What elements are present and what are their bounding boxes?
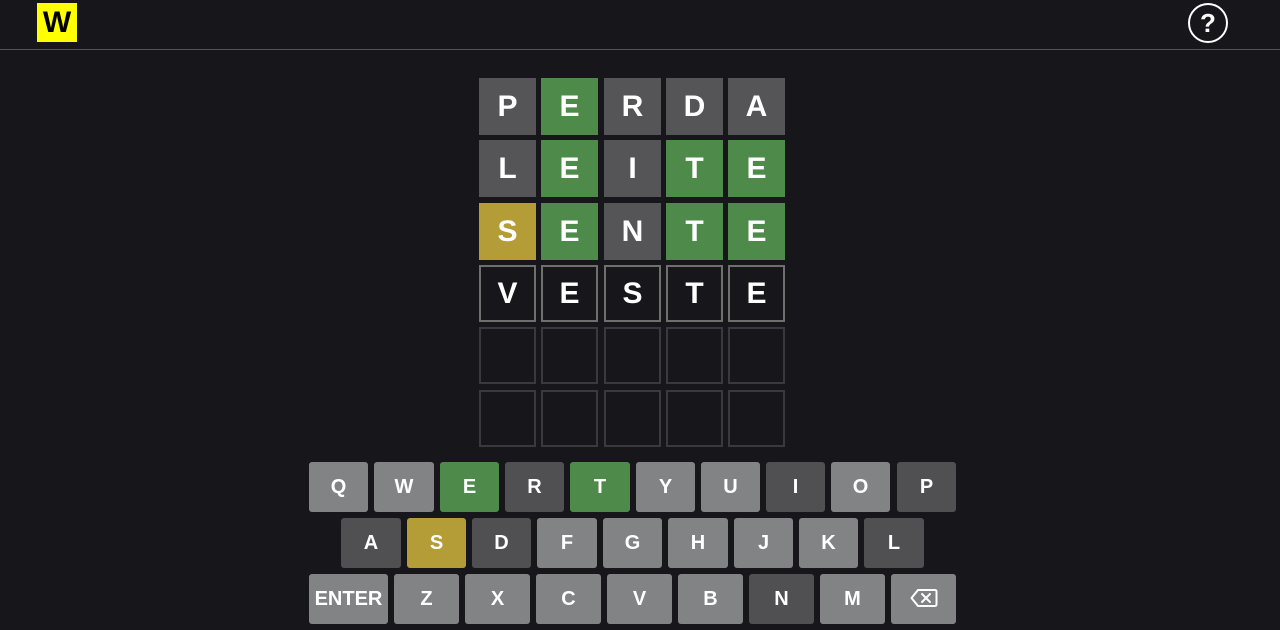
key-q[interactable]: Q	[309, 462, 368, 512]
key-l[interactable]: L	[864, 518, 924, 568]
key-z[interactable]: Z	[394, 574, 459, 624]
logo[interactable]: W	[37, 3, 77, 42]
board-tile: E	[541, 203, 598, 260]
key-t[interactable]: T	[570, 462, 630, 512]
key-r[interactable]: R	[505, 462, 564, 512]
board-tile: T	[666, 203, 723, 260]
board-tile	[604, 390, 661, 447]
enter-key[interactable]: ENTER	[309, 574, 388, 624]
key-u[interactable]: U	[701, 462, 760, 512]
board-tile	[541, 390, 598, 447]
board-tile: A	[728, 78, 785, 135]
key-b[interactable]: B	[678, 574, 743, 624]
backspace-key[interactable]	[891, 574, 956, 624]
board-tile	[666, 327, 723, 384]
key-o[interactable]: O	[831, 462, 890, 512]
board-tile: T	[666, 140, 723, 197]
board-tile	[479, 327, 536, 384]
key-h[interactable]: H	[668, 518, 728, 568]
board-tile	[666, 390, 723, 447]
board-tile: E	[728, 140, 785, 197]
key-c[interactable]: C	[536, 574, 601, 624]
board-tile	[479, 390, 536, 447]
key-d[interactable]: D	[472, 518, 531, 568]
help-button[interactable]: ?	[1188, 3, 1228, 43]
board-tile: D	[666, 78, 723, 135]
key-n[interactable]: N	[749, 574, 814, 624]
board-tile: V	[479, 265, 536, 322]
board-tile: E	[541, 140, 598, 197]
key-a[interactable]: A	[341, 518, 401, 568]
key-f[interactable]: F	[537, 518, 597, 568]
key-g[interactable]: G	[603, 518, 662, 568]
key-m[interactable]: M	[820, 574, 885, 624]
key-e[interactable]: E	[440, 462, 499, 512]
key-p[interactable]: P	[897, 462, 956, 512]
board-tile: E	[541, 78, 598, 135]
board-tile: L	[479, 140, 536, 197]
key-x[interactable]: X	[465, 574, 530, 624]
key-k[interactable]: K	[799, 518, 858, 568]
header: W ?	[0, 0, 1280, 50]
board-tile	[604, 327, 661, 384]
board-tile: T	[666, 265, 723, 322]
board-tile	[728, 390, 785, 447]
backspace-icon	[910, 589, 937, 608]
board-tile: R	[604, 78, 661, 135]
board-tile	[728, 327, 785, 384]
board-tile: S	[479, 203, 536, 260]
key-j[interactable]: J	[734, 518, 793, 568]
key-w[interactable]: W	[374, 462, 434, 512]
key-v[interactable]: V	[607, 574, 672, 624]
key-s[interactable]: S	[407, 518, 466, 568]
board-tile: E	[728, 265, 785, 322]
board-tile: P	[479, 78, 536, 135]
board-tile: I	[604, 140, 661, 197]
board-tile: E	[728, 203, 785, 260]
board-tile: S	[604, 265, 661, 322]
key-y[interactable]: Y	[636, 462, 695, 512]
key-i[interactable]: I	[766, 462, 825, 512]
board-tile	[541, 327, 598, 384]
board-tile: E	[541, 265, 598, 322]
board-tile: N	[604, 203, 661, 260]
